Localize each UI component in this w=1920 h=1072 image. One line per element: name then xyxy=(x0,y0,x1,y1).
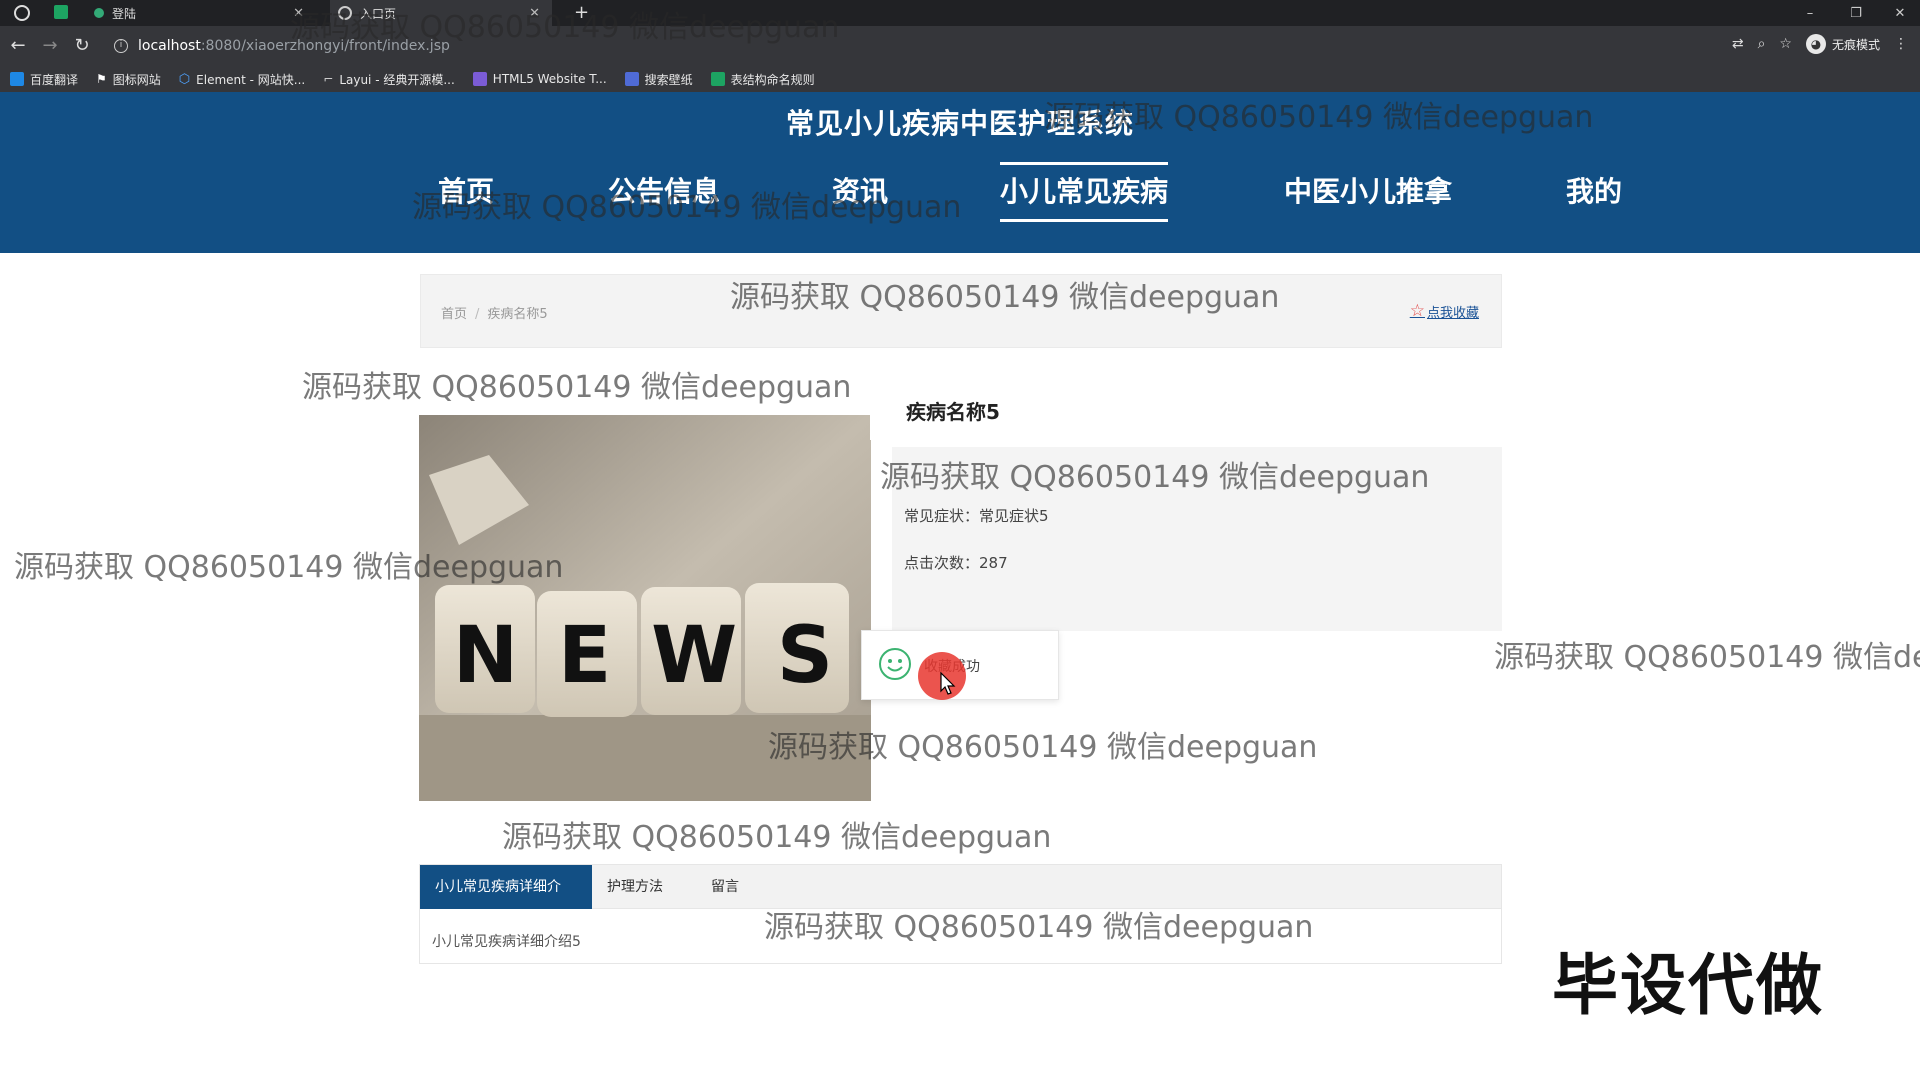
browser-menu-icon[interactable] xyxy=(14,5,30,21)
tab-entry[interactable]: 入口页 ✕ xyxy=(330,0,552,26)
watermark: 源码获取 QQ86050149 微信deepguan xyxy=(502,820,1052,855)
sheets-tab-icon[interactable] xyxy=(54,5,68,19)
watermark: 源码获取 QQ86050149 微信deepguan xyxy=(302,370,852,405)
bookmark-favicon-icon xyxy=(624,72,639,86)
detail-title-panel: 疾病名称5 xyxy=(870,368,1502,440)
tab-message[interactable]: 留言 xyxy=(696,865,754,909)
symptom-value: 常见症状5 xyxy=(979,507,1049,525)
bookmark-star-icon[interactable]: ☆ xyxy=(1779,36,1792,52)
bookmarks-bar: 百度翻译 ⚑ 图标网站 ⬡ Element - 网站快... ⌐ Layui - 经典… xyxy=(0,66,1920,92)
tab-favicon-icon xyxy=(338,6,352,20)
image-letter: N xyxy=(452,611,523,701)
bookmark-favicon-icon xyxy=(10,72,24,86)
breadcrumb: 首页 / 疾病名称5 xyxy=(441,303,548,322)
bookmark-label: 图标网站 xyxy=(112,72,161,87)
back-icon[interactable]: ← xyxy=(6,34,30,58)
mouse-cursor-icon xyxy=(940,672,956,695)
tabs-header: 小儿常见疾病详细介 护理方法 留言 xyxy=(420,865,1501,909)
new-tab-button[interactable]: + xyxy=(574,2,589,23)
close-tab-icon[interactable]: ✕ xyxy=(293,6,304,21)
clicks-row: 点击次数：287 xyxy=(904,552,1008,573)
news-dice-picture xyxy=(419,415,871,801)
tab-title: 入口页 xyxy=(360,6,397,21)
bookmark-item[interactable]: ⬡ Element - 网站快... xyxy=(179,71,305,88)
bookmark-label: Layui - 经典开源模... xyxy=(339,72,455,87)
favorite-link[interactable]: ☆ 点我收藏 xyxy=(1410,301,1479,321)
site-title: 常见小儿疾病中医护理系统 xyxy=(785,107,1134,140)
tab-detail-intro[interactable]: 小儿常见疾病详细介 xyxy=(420,865,592,909)
nav-tcm-massage[interactable]: 中医小儿推拿 xyxy=(1284,162,1452,222)
tab-care-method[interactable]: 护理方法 xyxy=(592,865,678,909)
promo-text: 毕设代做 xyxy=(1552,947,1824,1024)
breadcrumb-separator: / xyxy=(475,307,480,322)
tab-login[interactable]: 登陆 ✕ xyxy=(94,0,314,26)
image-letter: S xyxy=(776,611,838,701)
bookmark-item[interactable]: 搜索壁纸 xyxy=(624,71,693,88)
bookmark-label: HTML5 Website T... xyxy=(492,72,607,86)
nav-common-diseases[interactable]: 小儿常见疾病 xyxy=(1000,162,1169,222)
nav-mine[interactable]: 我的 xyxy=(1566,162,1622,222)
close-tab-icon[interactable]: ✕ xyxy=(529,6,540,21)
incognito-icon: ◕ xyxy=(1805,34,1826,54)
bookmark-label: Element - 网站快... xyxy=(196,72,306,87)
nav-notices[interactable]: 公告信息 xyxy=(608,162,720,222)
clicks-label: 点击次数： xyxy=(904,554,980,572)
favorite-label: 点我收藏 xyxy=(1426,305,1479,321)
tab-title: 登陆 xyxy=(112,6,137,21)
site-header: 常见小儿疾病中医护理系统 首页 公告信息 资讯 小儿常见疾病 中医小儿推拿 我的 xyxy=(0,92,1920,253)
detail-info-panel: 常见症状：常见症状5 点击次数：287 xyxy=(892,447,1502,631)
zoom-icon[interactable]: ⌕ xyxy=(1758,36,1766,52)
bookmark-label: 百度翻译 xyxy=(30,72,79,87)
breadcrumb-current: 疾病名称5 xyxy=(487,307,548,322)
site-info-icon[interactable]: i xyxy=(114,39,128,53)
nav-home[interactable]: 首页 xyxy=(438,162,494,222)
tab-content-text: 小儿常见疾病详细介绍5 xyxy=(432,934,581,950)
symptom-label: 常见症状： xyxy=(904,507,980,525)
flag-icon: ⚑ xyxy=(96,72,107,86)
breadcrumb-panel: 首页 / 疾病名称5 ☆ 点我收藏 xyxy=(420,274,1502,348)
minimize-icon[interactable]: – xyxy=(1790,0,1830,26)
breadcrumb-home[interactable]: 首页 xyxy=(441,307,467,322)
hexagon-icon: ⬡ xyxy=(178,71,191,87)
url-path: :8080/xiaoerzhongyi/front/index.jsp xyxy=(200,38,450,54)
bookmark-item[interactable]: 百度翻译 xyxy=(10,71,78,88)
clicks-value: 287 xyxy=(979,554,1008,572)
image-word: NEWS xyxy=(435,611,855,701)
smile-icon xyxy=(879,648,911,680)
reload-icon[interactable]: ↻ xyxy=(70,34,94,58)
bookmark-favicon-icon xyxy=(472,72,487,86)
image-letter: W xyxy=(651,611,742,701)
restore-icon[interactable]: ❐ xyxy=(1836,0,1876,26)
detail-tabs: 小儿常见疾病详细介 护理方法 留言 小儿常见疾病详细介绍5 xyxy=(419,864,1502,964)
image-letter: E xyxy=(557,611,616,701)
symptom-row: 常见症状：常见症状5 xyxy=(904,505,1049,526)
bookmark-label: 表结构命名规则 xyxy=(730,72,815,87)
address-bar: ← → ↻ i localhost:8080/xiaoerzhongyi/fro… xyxy=(0,26,1920,66)
close-window-icon[interactable]: ✕ xyxy=(1880,0,1920,26)
url-input[interactable]: i localhost:8080/xiaoerzhongyi/front/ind… xyxy=(108,32,1668,60)
profile-label: 无痕模式 xyxy=(1831,37,1880,52)
main-nav: 首页 公告信息 资讯 小儿常见疾病 中医小儿推拿 我的 xyxy=(0,162,1920,222)
more-menu-icon[interactable]: ⋮ xyxy=(1894,36,1908,52)
browser-tab-bar: 登陆 ✕ 入口页 ✕ + – ❐ ✕ xyxy=(0,0,1920,26)
disease-image: NEWS xyxy=(419,415,871,801)
toolbar-right: ⇄ ⌕ ☆ ◕ 无痕模式 ⋮ xyxy=(1732,34,1908,54)
nav-news[interactable]: 资讯 xyxy=(832,162,888,222)
star-icon: ☆ xyxy=(1409,301,1425,321)
bookmark-label: 搜索壁纸 xyxy=(644,72,693,87)
bookmark-item[interactable]: 表结构命名规则 xyxy=(710,71,815,88)
layui-icon: ⌐ xyxy=(323,72,334,86)
watermark: 源码获取 QQ86050149 微信deepguan xyxy=(1494,640,1920,675)
tab-favicon-icon xyxy=(94,8,104,18)
forward-icon[interactable]: → xyxy=(38,34,62,58)
incognito-profile[interactable]: ◕ 无痕模式 xyxy=(1805,34,1880,54)
url-host: localhost xyxy=(138,38,201,54)
bookmark-item[interactable]: ⚑ 图标网站 xyxy=(96,71,161,88)
disease-title: 疾病名称5 xyxy=(906,400,1000,424)
translate-icon[interactable]: ⇄ xyxy=(1732,36,1744,52)
bookmark-favicon-icon xyxy=(710,72,725,86)
bookmark-item[interactable]: ⌐ Layui - 经典开源模... xyxy=(323,71,455,88)
bookmark-item[interactable]: HTML5 Website T... xyxy=(472,72,607,86)
